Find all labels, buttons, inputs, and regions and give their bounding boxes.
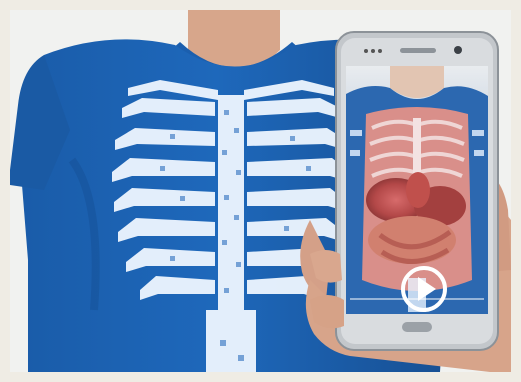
home-button[interactable]	[402, 322, 432, 332]
photo-frame	[10, 10, 511, 372]
ar-anatomy-view	[346, 66, 488, 314]
smartphone	[335, 31, 499, 351]
photo	[0, 0, 521, 382]
scene	[10, 10, 511, 372]
video-progress-track	[350, 298, 484, 300]
